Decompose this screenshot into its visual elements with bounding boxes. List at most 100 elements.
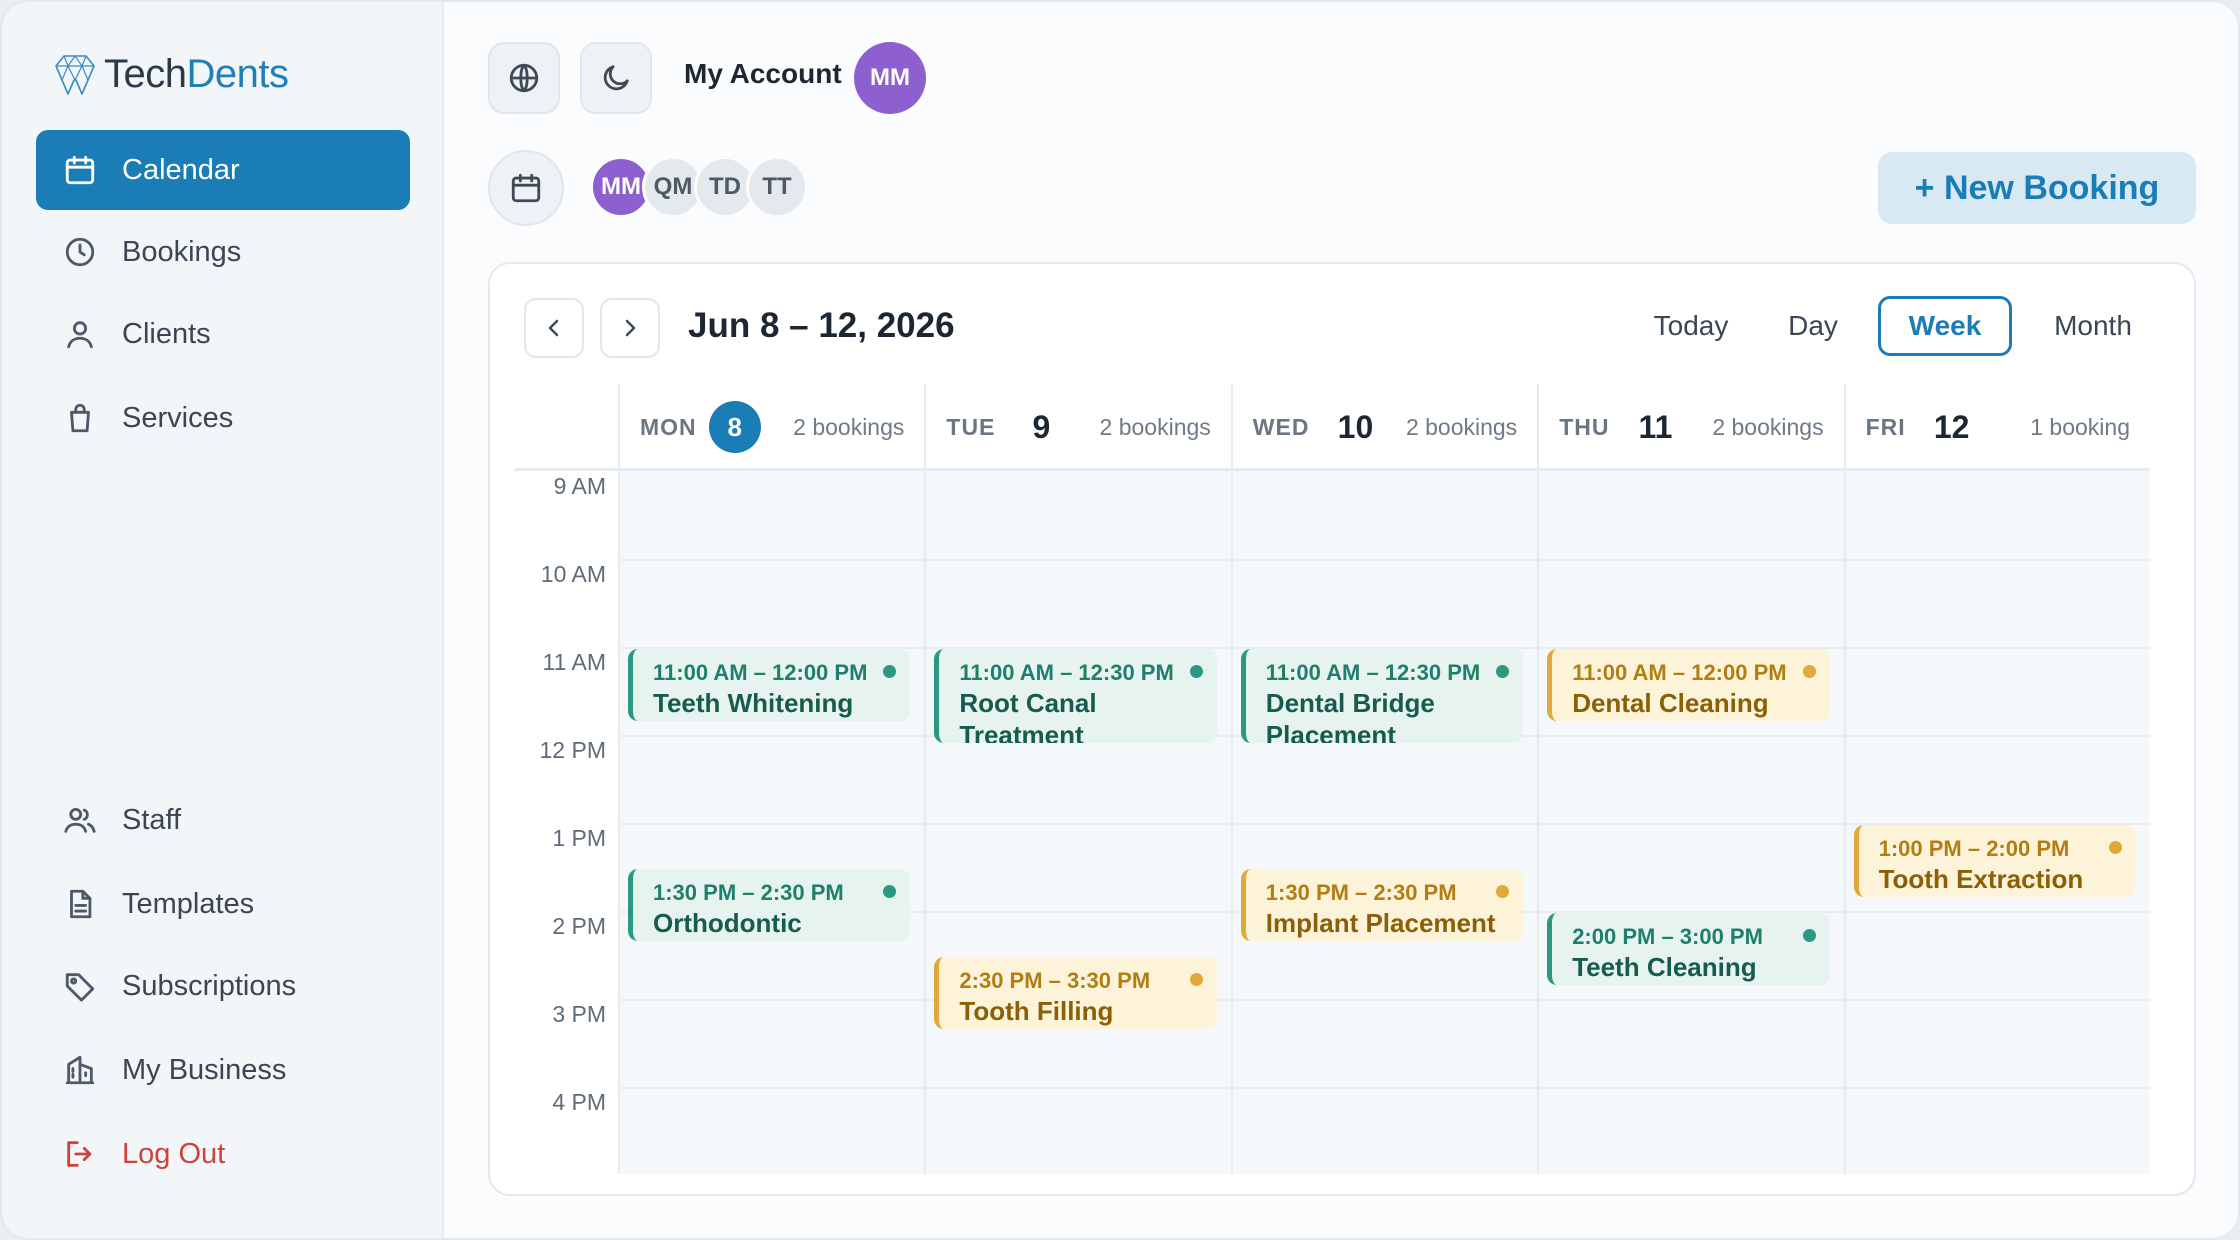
tooth-logo-icon [55, 54, 95, 95]
hour-label: 10 AM [540, 561, 606, 587]
event-client: Gentian Musa [959, 1027, 1202, 1029]
sidebar-item-services[interactable]: Services [36, 378, 410, 458]
sidebar: TechDents Calendar Bookings Clients Serv… [2, 2, 444, 1238]
view-month-button[interactable]: Month [2024, 296, 2162, 356]
staff-avatar-tt[interactable]: TT [746, 156, 808, 218]
event-time: 2:30 PM – 3:30 PM [959, 968, 1151, 993]
sidebar-item-label: Calendar [122, 153, 240, 186]
sidebar-item-templates[interactable]: Templates [36, 864, 410, 944]
booking-count: 2 bookings [1099, 413, 1211, 440]
status-dot [1189, 665, 1203, 678]
sidebar-item-label: Templates [122, 887, 255, 920]
event-time: 11:00 AM – 12:30 PM [959, 660, 1174, 685]
booking-event[interactable]: 11:00 AM – 12:30 PMRoot Canal TreatmentV… [934, 649, 1217, 743]
tag-icon [60, 966, 100, 1006]
sidebar-item-my-business[interactable]: My Business [36, 1030, 410, 1110]
hour-gridline [618, 1087, 2150, 1089]
booking-event[interactable]: 2:30 PM – 3:30 PM Tooth FillingGentian Mu… [934, 957, 1217, 1029]
bag-icon [60, 398, 100, 438]
event-time: 1:30 PM – 2:30 PM [653, 880, 844, 905]
logout-icon [60, 1134, 100, 1174]
sidebar-item-label: Staff [122, 803, 182, 836]
sidebar-item-label: Bookings [122, 235, 242, 268]
booking-event[interactable]: 11:00 AM – 12:00 PM Dental CleaningArjola… [1547, 649, 1830, 721]
event-time: 1:30 PM – 2:30 PM [1265, 880, 1457, 905]
app-window: TechDents Calendar Bookings Clients Serv… [0, 0, 2240, 1240]
logo[interactable]: TechDents [50, 46, 289, 102]
event-title: Orthodontic Adjustment [653, 908, 802, 941]
event-client: Artan Hoxha [653, 719, 896, 721]
day-name: FRI [1865, 413, 1906, 440]
booking-count: 1 booking [2030, 413, 2130, 440]
day-header-mon[interactable]: MON 8 2 bookings [618, 384, 924, 470]
logout-label: Log Out [122, 1137, 226, 1170]
status-dot [1802, 665, 1816, 678]
building-icon [60, 1050, 100, 1090]
calendar-icon [60, 150, 100, 190]
sidebar-item-label: My Business [122, 1053, 287, 1086]
event-client: Agron Osmani [1572, 983, 1815, 985]
sidebar-item-bookings[interactable]: Bookings [36, 212, 410, 292]
day-name: TUE [946, 413, 996, 440]
event-title: Tooth Extraction [1878, 864, 2084, 894]
event-title: Root Canal Treatment [959, 688, 1097, 743]
status-dot [1802, 929, 1816, 942]
status-dot [2108, 841, 2122, 854]
booking-event[interactable]: 11:00 AM – 12:30 PM Dental Bridge Placeme… [1240, 649, 1524, 743]
event-client: Blerina Krasniqi [1879, 895, 2122, 897]
previous-week-button[interactable] [524, 298, 584, 358]
week-grid: MON 8 2 bookings TUE 9 2 bookings WED 10 2 booki… [514, 384, 2150, 1174]
new-booking-button[interactable]: + New Booking [1878, 152, 2196, 224]
booking-count: 2 bookings [793, 413, 905, 440]
day-header-wed[interactable]: WED 10 2 bookings [1230, 384, 1537, 470]
brand-name: TechDents [104, 51, 289, 96]
day-header-tue[interactable]: TUE 9 2 bookings [924, 384, 1230, 470]
view-week-button[interactable]: Week [1878, 296, 2012, 356]
account-avatar[interactable]: MM [854, 42, 926, 114]
booking-count: 2 bookings [1405, 413, 1518, 440]
hour-gridline [618, 999, 2150, 1001]
event-title: Dental Bridge Placement [1265, 688, 1435, 743]
event-title: Dental Cleaning [1572, 688, 1769, 718]
event-client: Arjola Hoxha [1572, 719, 1815, 721]
sidebar-item-staff[interactable]: Staff [36, 780, 410, 860]
day-number: 8 [708, 401, 761, 453]
booking-event[interactable]: 2:00 PM – 3:00 PM Teeth CleaningAgron Osm… [1547, 913, 1830, 985]
status-dot [1189, 973, 1203, 986]
hour-label: 9 AM [553, 473, 606, 499]
user-icon [60, 314, 100, 354]
date-range-title: Jun 8 – 12, 2026 [688, 306, 955, 345]
document-icon [60, 884, 100, 924]
day-header-thu[interactable]: THU 11 2 bookings [1537, 384, 1843, 470]
sidebar-item-label: Subscriptions [122, 969, 297, 1002]
next-week-button[interactable] [600, 298, 660, 358]
sidebar-item-clients[interactable]: Clients [36, 294, 410, 374]
booking-event[interactable]: 1:00 PM – 2:00 PM Tooth ExtractionBlerina… [1853, 825, 2136, 897]
chevron-left-icon [548, 319, 559, 337]
language-button[interactable] [488, 42, 560, 114]
event-title: Teeth Whitening [653, 688, 854, 718]
booking-event[interactable]: 1:30 PM – 2:30 PM Implant PlacementFlamur… [1240, 869, 1524, 941]
my-account-link[interactable]: My Account [684, 58, 842, 90]
day-header-fri[interactable]: FRI 12 1 booking [1843, 384, 2150, 470]
logout-button[interactable]: Log Out [36, 1114, 410, 1194]
calendar-picker-button[interactable] [488, 150, 564, 226]
theme-toggle-button[interactable] [580, 42, 652, 114]
booking-event[interactable]: 11:00 AM – 12:00 PM Teeth WhiteningArtan … [628, 649, 911, 721]
day-name: THU [1559, 413, 1610, 440]
calendar-icon [511, 173, 541, 203]
hour-label: 4 PM [552, 1089, 606, 1115]
hour-label: 1 PM [552, 825, 606, 851]
event-time: 11:00 AM – 12:00 PM [653, 660, 868, 685]
chevron-right-icon [625, 319, 636, 337]
sidebar-item-subscriptions[interactable]: Subscriptions [36, 946, 410, 1026]
event-time: 11:00 AM – 12:30 PM [1265, 660, 1481, 685]
day-number: 11 [1638, 408, 1673, 445]
view-day-button[interactable]: Day [1762, 296, 1864, 356]
day-name: WED [1252, 413, 1310, 440]
booking-event[interactable]: 1:30 PM – 2:30 PM Orthodontic Adjustment [628, 869, 911, 941]
sidebar-item-calendar[interactable]: Calendar [36, 130, 410, 210]
hour-label: 3 PM [552, 1001, 606, 1027]
view-today-button[interactable]: Today [1636, 296, 1746, 356]
sidebar-item-label: Services [122, 401, 234, 434]
